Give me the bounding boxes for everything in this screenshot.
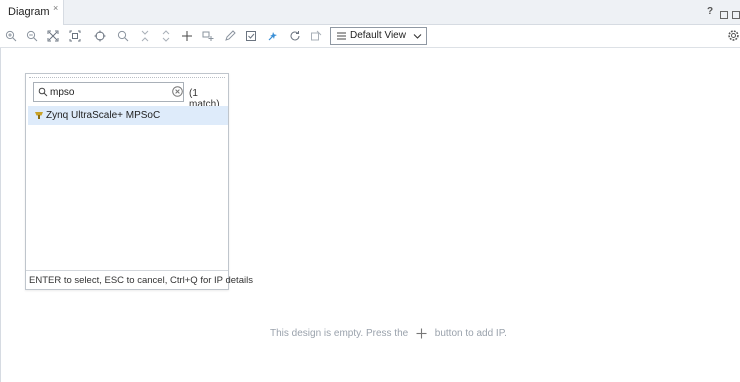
close-icon[interactable]: × — [53, 3, 58, 13]
view-select[interactable]: Default View — [330, 27, 427, 45]
gear-icon[interactable] — [727, 29, 740, 42]
drag-handle[interactable] — [29, 77, 225, 78]
ip-search-input[interactable] — [50, 85, 166, 99]
help-icon[interactable]: ? — [707, 7, 713, 17]
list-item[interactable]: Zynq UltraScale+ MPSoC — [28, 106, 228, 125]
add-ip-icon[interactable] — [416, 328, 427, 339]
shortcut-hint: ENTER to select, ESC to cancel, Ctrl+Q f… — [29, 275, 253, 286]
empty-hint-before: This design is empty. Press the — [270, 328, 409, 339]
tab-diagram-label: Diagram — [8, 6, 50, 18]
search-box[interactable] — [33, 82, 184, 102]
tab-diagram[interactable]: Diagram × — [0, 0, 64, 25]
chevron-down-icon — [413, 34, 422, 39]
add-module-icon[interactable] — [200, 28, 216, 44]
collapse-icon[interactable] — [137, 28, 153, 44]
result-label: Zynq UltraScale+ MPSoC — [46, 110, 161, 121]
auto-connect-icon[interactable] — [92, 28, 108, 44]
zoom-out-icon[interactable] — [24, 28, 40, 44]
add-ip-icon[interactable] — [179, 28, 195, 44]
tab-bar: Diagram × ? — [0, 0, 740, 25]
zoom-in-icon[interactable] — [3, 28, 19, 44]
validate-pencil-icon[interactable] — [222, 28, 238, 44]
regenerate-layout-icon[interactable] — [287, 28, 303, 44]
clear-search-icon[interactable] — [172, 86, 183, 97]
validate-check-icon[interactable] — [243, 28, 259, 44]
diagram-toolbar: Default View — [0, 25, 740, 48]
search-icon[interactable] — [115, 28, 131, 44]
restore-icon[interactable] — [720, 11, 728, 19]
maximize-icon[interactable] — [732, 11, 740, 19]
run-automation-icon[interactable] — [265, 28, 281, 44]
ip-core-icon — [35, 112, 43, 119]
optimize-routing-icon[interactable] — [308, 28, 324, 44]
popup-footer: ENTER to select, ESC to cancel, Ctrl+Q f… — [26, 270, 253, 290]
empty-design-hint: This design is empty. Press the button t… — [270, 328, 507, 339]
search-icon — [38, 87, 48, 97]
zoom-fit-icon[interactable] — [45, 28, 61, 44]
empty-hint-after: button to add IP. — [434, 328, 507, 339]
ip-search-popup: (1 match) Zynq UltraScale+ MPSoC ENTER t… — [25, 73, 253, 290]
view-select-value: Default View — [350, 30, 406, 41]
fit-selection-icon[interactable] — [67, 28, 83, 44]
expand-icon[interactable] — [158, 28, 174, 44]
menu-icon — [337, 32, 346, 40]
